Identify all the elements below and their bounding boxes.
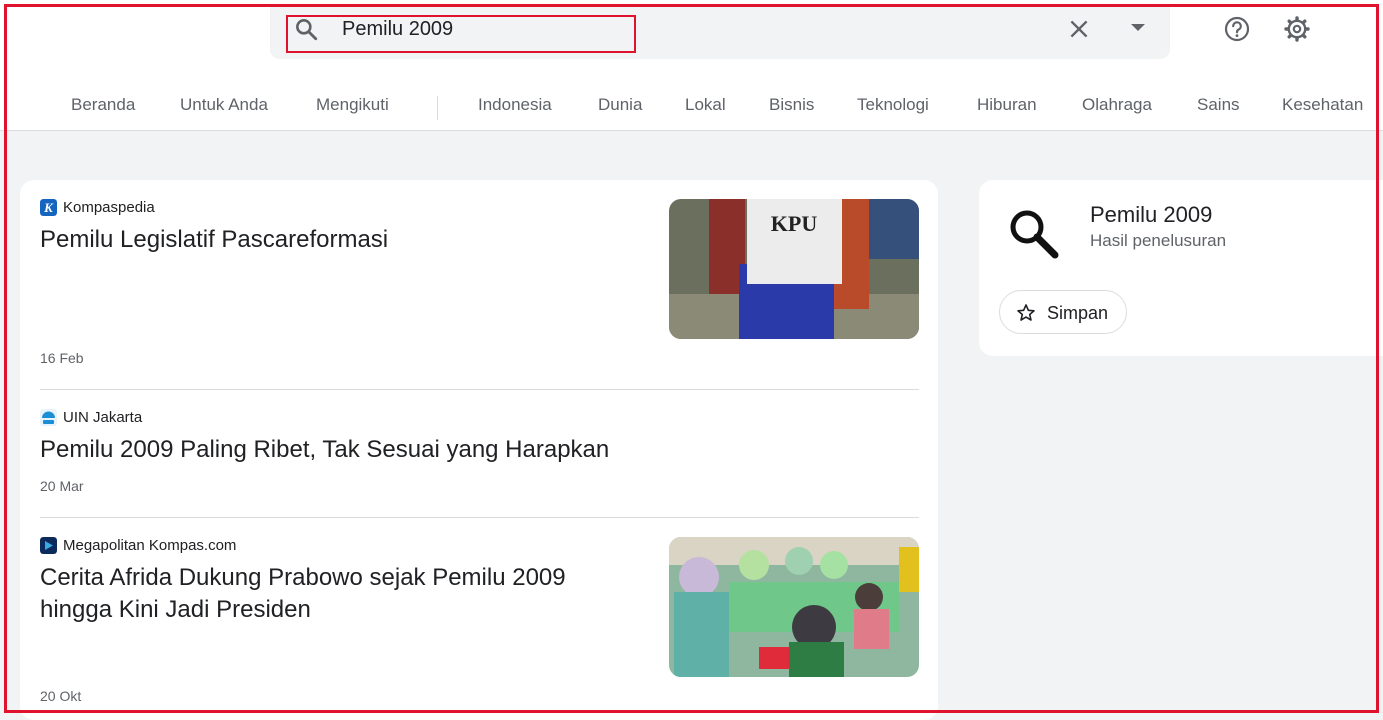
nav-tab-dunia[interactable]: Dunia [598,95,642,115]
article-date: 16 Feb [40,350,84,366]
topic-title: Pemilu 2009 [1090,202,1213,227]
nav-tab-indonesia[interactable]: Indonesia [478,95,552,115]
article-headline-line-2[interactable]: hingga Kini Jadi Presiden [40,594,311,626]
article-date: 20 Mar [40,478,84,494]
dropdown-arrow-icon[interactable] [1131,24,1145,31]
uin-jakarta-logo-icon [40,409,57,426]
article-source[interactable]: UIN Jakarta [63,409,142,426]
article-source[interactable]: Megapolitan Kompas.com [63,537,236,554]
nav-tab-untuk-anda[interactable]: Untuk Anda [180,95,268,115]
article-source[interactable]: Kompaspedia [63,199,155,216]
topic-subtitle: Hasil penelusuran [1090,231,1227,250]
article-headline[interactable]: Pemilu 2009 Paling Ribet, Tak Sesuai yan… [40,434,609,466]
nav-divider [437,96,438,120]
nav-tab-mengikuti[interactable]: Mengikuti [316,95,389,115]
close-icon[interactable] [1066,16,1092,42]
article-headline[interactable]: Pemilu Legislatif Pascareformasi [40,224,388,256]
save-button[interactable]: Simpan [999,290,1127,334]
kompaspedia-logo-icon: K [40,199,57,216]
star-icon [1017,304,1035,321]
search-icon[interactable] [293,16,319,42]
save-button-label: Simpan [1047,303,1109,323]
search-input[interactable]: Pemilu 2009 [342,18,453,41]
article-thumbnail[interactable] [669,537,919,677]
gear-icon[interactable] [1283,15,1311,43]
search-highlight-box [286,15,636,53]
nav-tab-beranda[interactable]: Beranda [71,95,135,115]
thumbnail-kpu-label: KPU [771,211,818,236]
nav-tab-sains[interactable]: Sains [1197,95,1240,115]
svg-text:K: K [43,200,54,215]
search-icon [1010,210,1059,259]
article-thumbnail[interactable]: KPU [669,199,919,339]
nav-tab-bisnis[interactable]: Bisnis [769,95,814,115]
article-divider [40,389,919,390]
nav-tab-hiburan[interactable]: Hiburan [977,95,1037,115]
kompas-megapolitan-logo-icon [40,537,57,554]
article-date: 20 Okt [40,688,82,704]
nav-tab-kesehatan[interactable]: Kesehatan [1282,95,1363,115]
nav-tab-olahraga[interactable]: Olahraga [1082,95,1152,115]
nav-tab-lokal[interactable]: Lokal [685,95,726,115]
help-icon[interactable] [1223,15,1251,43]
nav-tab-teknologi[interactable]: Teknologi [857,95,929,115]
article-divider [40,517,919,518]
article-headline-line-1[interactable]: Cerita Afrida Dukung Prabowo sejak Pemil… [40,562,566,594]
